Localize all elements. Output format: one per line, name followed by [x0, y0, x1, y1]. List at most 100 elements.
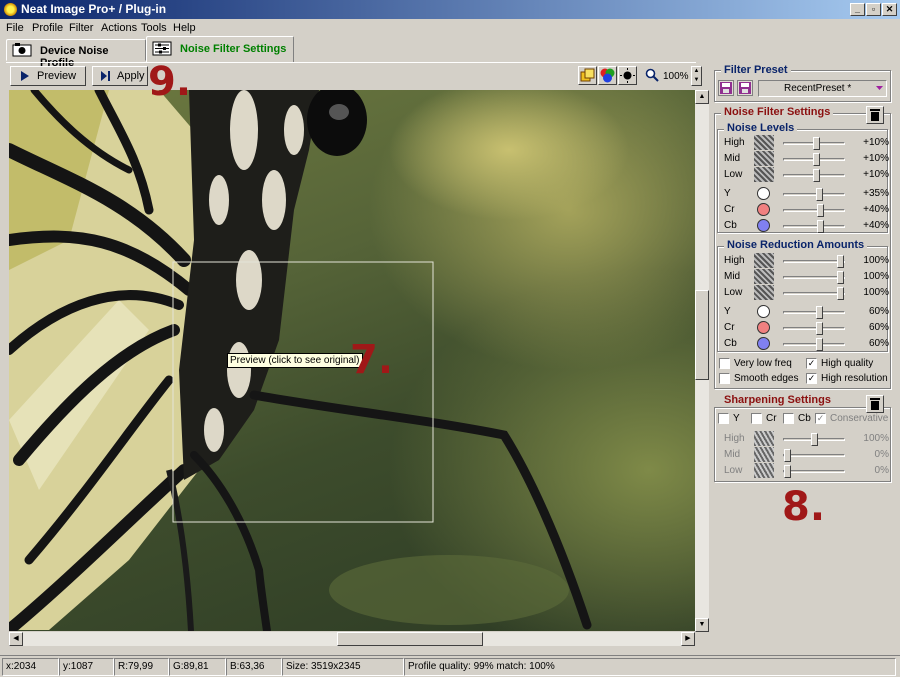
slider-value: +40%	[863, 204, 889, 215]
slider-track[interactable]	[783, 449, 845, 462]
menu-tools[interactable]: Tools	[141, 22, 167, 34]
color-wheel-icon	[600, 68, 615, 83]
scroll-up-icon[interactable]: ▲	[695, 90, 709, 104]
app-window: Neat Image Pro+ / Plug-in _ ▫ ✕ File Pro…	[0, 0, 900, 677]
scroll-left-icon[interactable]: ◀	[9, 632, 23, 646]
slider-track[interactable]	[783, 338, 845, 351]
slider-thumb[interactable]	[816, 188, 823, 201]
menu-filter[interactable]: Filter	[69, 22, 93, 34]
slider-track[interactable]	[783, 433, 845, 446]
close-button[interactable]: ✕	[882, 3, 897, 16]
slider-track[interactable]	[783, 465, 845, 478]
color-channels-button[interactable]	[598, 66, 617, 85]
slider-track[interactable]	[783, 271, 845, 284]
slider-track[interactable]	[783, 169, 845, 182]
slider-row-y: Y 60%	[712, 304, 895, 320]
noise-reduction-title: Noise Reduction Amounts	[724, 239, 868, 251]
windows-compare-button[interactable]	[578, 66, 597, 85]
noise-filter-settings-title: Noise Filter Settings	[721, 106, 834, 118]
zoom-spinner[interactable]: ▲ ▼	[691, 66, 702, 86]
slider-thumb[interactable]	[784, 449, 791, 462]
slider-row-low: Low 100%	[712, 285, 895, 301]
slider-thumb[interactable]	[813, 169, 820, 182]
apply-button[interactable]: Apply	[92, 66, 148, 86]
sharpen-cb-checkbox[interactable]	[783, 413, 794, 424]
slider-thumb[interactable]	[816, 322, 823, 335]
slider-label: Cr	[724, 322, 735, 333]
very-low-freq-checkbox[interactable]	[719, 358, 730, 369]
slider-thumb[interactable]	[817, 220, 824, 233]
frequency-texture-icon	[754, 431, 774, 446]
tab-device-noise-profile[interactable]: Device Noise Profile	[6, 39, 146, 69]
slider-thumb[interactable]	[837, 287, 844, 300]
sharpen-cr-checkbox[interactable]	[751, 413, 762, 424]
slider-value: 60%	[868, 338, 889, 349]
reset-noise-settings-button[interactable]	[866, 106, 884, 124]
vertical-scroll-thumb[interactable]	[695, 290, 709, 380]
settings-panel: Filter Preset RecentPreset * Noise Filte…	[712, 62, 895, 652]
slider-track[interactable]	[783, 153, 845, 166]
slider-thumb[interactable]	[784, 465, 791, 478]
annotation-9: 9.	[148, 59, 192, 105]
slider-track[interactable]	[783, 255, 845, 268]
slider-row-cb: Cb 60%	[712, 336, 895, 352]
preview-button[interactable]: Preview	[10, 66, 86, 86]
slider-thumb[interactable]	[813, 153, 820, 166]
slider-track[interactable]	[783, 322, 845, 335]
restore-button[interactable]: ▫	[866, 3, 881, 16]
slider-value: 0%	[874, 465, 889, 476]
slider-value: 100%	[863, 433, 889, 444]
sharpen-y-label: Y	[733, 413, 740, 424]
color-swatch-icon	[757, 187, 770, 200]
slider-thumb[interactable]	[816, 306, 823, 319]
zoom-icon[interactable]	[645, 68, 659, 83]
slider-row-low: Low +10%	[712, 167, 895, 183]
scroll-right-icon[interactable]: ▶	[681, 632, 695, 646]
slider-thumb[interactable]	[837, 271, 844, 284]
preset-dropdown[interactable]: RecentPreset *	[758, 80, 887, 97]
chevron-down-icon	[876, 86, 883, 90]
slider-row-mid: Mid 0%	[712, 447, 895, 463]
slider-thumb[interactable]	[816, 338, 823, 351]
slider-thumb[interactable]	[837, 255, 844, 268]
slider-row-high: High 100%	[712, 431, 895, 447]
window-title: Neat Image Pro+ / Plug-in	[21, 2, 167, 16]
conservative-checkbox[interactable]: ✓	[815, 413, 826, 424]
menu-help[interactable]: Help	[173, 22, 196, 34]
slider-track[interactable]	[783, 220, 845, 233]
slider-value: 100%	[863, 255, 889, 266]
slider-value: +10%	[863, 153, 889, 164]
brightness-button[interactable]	[618, 66, 637, 85]
camera-icon	[12, 43, 32, 57]
slider-thumb[interactable]	[813, 137, 820, 150]
menu-actions[interactable]: Actions	[101, 22, 137, 34]
slider-track[interactable]	[783, 188, 845, 201]
scroll-down-icon[interactable]: ▼	[695, 618, 709, 632]
status-y: y:1087	[59, 658, 114, 676]
horizontal-scrollbar[interactable]: ◀ ▶	[9, 632, 695, 646]
slider-thumb[interactable]	[817, 204, 824, 217]
save-preset-button[interactable]	[718, 80, 734, 96]
slider-row-cr: Cr 60%	[712, 320, 895, 336]
slider-track[interactable]	[783, 287, 845, 300]
menu-file[interactable]: File	[6, 22, 24, 34]
slider-track[interactable]	[783, 306, 845, 319]
horizontal-scroll-thumb[interactable]	[337, 632, 483, 646]
slider-track[interactable]	[783, 204, 845, 217]
load-preset-button[interactable]	[737, 80, 753, 96]
vertical-scrollbar[interactable]: ▲ ▼	[695, 90, 709, 632]
color-swatch-icon	[757, 337, 770, 350]
slider-track[interactable]	[783, 137, 845, 150]
slider-thumb[interactable]	[811, 433, 818, 446]
smooth-edges-checkbox[interactable]	[719, 373, 730, 384]
sharpen-y-checkbox[interactable]	[718, 413, 729, 424]
menu-profile[interactable]: Profile	[32, 22, 63, 34]
high-resolution-checkbox[interactable]: ✓	[806, 373, 817, 384]
status-size: Size: 3519x2345	[282, 658, 404, 676]
filter-settings-icon	[152, 41, 172, 56]
color-swatch-icon	[757, 321, 770, 334]
reset-sharpening-button[interactable]	[866, 395, 884, 413]
minimize-button[interactable]: _	[850, 3, 865, 16]
high-quality-checkbox[interactable]: ✓	[806, 358, 817, 369]
preview-button-label: Preview	[37, 70, 77, 82]
